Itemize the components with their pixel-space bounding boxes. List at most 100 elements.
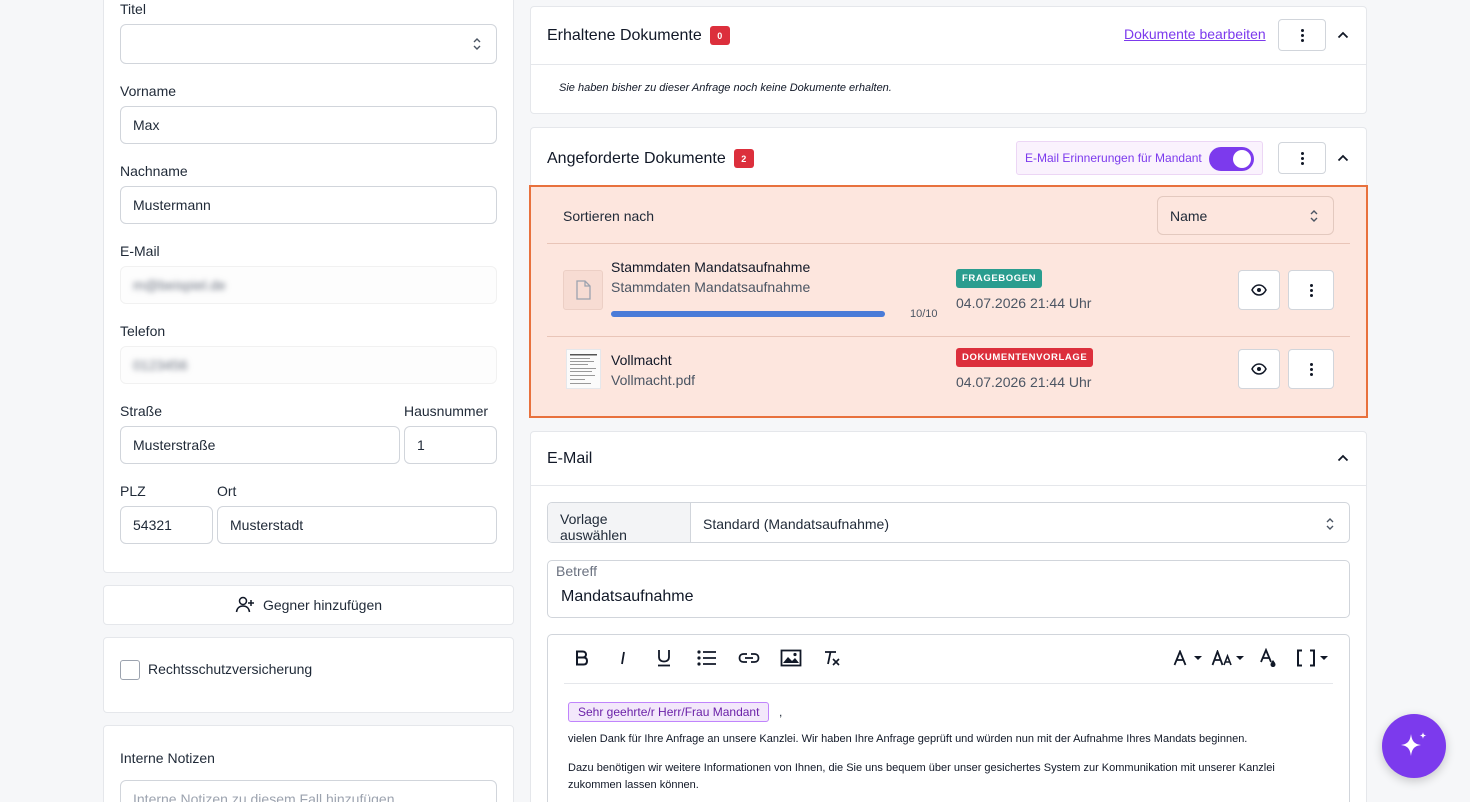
sort-select[interactable]: Name — [1157, 196, 1334, 235]
toolbar-divider — [564, 683, 1333, 684]
divider — [531, 485, 1366, 486]
document-row[interactable]: Stammdaten Mandatsaufnahme Stammdaten Ma… — [547, 244, 1350, 337]
edit-documents-link[interactable]: Dokumente bearbeiten — [1124, 26, 1266, 42]
subject-value: Mandatsaufnahme — [561, 588, 694, 605]
requested-documents-list: Sortieren nach Name Stammdaten Mandatsau… — [529, 185, 1368, 418]
ort-input[interactable]: Musterstadt — [217, 506, 497, 544]
brackets-icon — [1297, 649, 1328, 667]
italic-button[interactable] — [615, 647, 631, 669]
document-preview-icon — [570, 354, 597, 384]
eye-icon — [1251, 363, 1267, 375]
document-subtitle: Vollmacht.pdf — [611, 372, 696, 388]
nachname-input[interactable]: Mustermann — [120, 186, 497, 224]
eye-icon — [1251, 284, 1267, 296]
nachname-label: Nachname — [120, 163, 188, 179]
chevron-up-icon[interactable] — [1337, 154, 1349, 162]
plz-input[interactable]: 54321 — [120, 506, 213, 544]
requested-documents-title: Angeforderte Dokumente 2 — [547, 149, 754, 168]
font-size-icon — [1211, 650, 1244, 666]
clear-format-icon — [825, 651, 840, 666]
internal-notes-textarea[interactable]: Interne Notizen zu diesem Fall hinzufüge… — [120, 780, 497, 802]
document-more-button[interactable] — [1288, 270, 1334, 310]
strasse-label: Straße — [120, 403, 163, 419]
email-body-line-1: vielen Dank für Ihre Anfrage an unsere K… — [568, 733, 1248, 745]
image-icon — [780, 649, 802, 667]
progress-text: 10/10 — [910, 308, 938, 320]
ai-assistant-button[interactable] — [1382, 714, 1446, 778]
document-type-tag: DOKUMENTENVORLAGE — [956, 347, 1094, 367]
internal-notes-card: Interne Notizen Interne Notizen zu diese… — [103, 725, 514, 802]
add-opponent-button[interactable]: Gegner hinzufügen — [103, 585, 514, 625]
vorname-input[interactable]: Max — [120, 106, 497, 144]
more-vertical-icon — [1309, 362, 1313, 376]
template-select-group: Vorlage auswählen Standard (Mandatsaufna… — [547, 502, 1350, 543]
font-icon — [1173, 650, 1202, 666]
sparkle-icon — [1401, 732, 1427, 756]
legal-insurance-label: Rechtsschutzversicherung — [148, 661, 313, 677]
list-icon — [697, 650, 716, 666]
email-card: E-Mail Vorlage auswählen Standard (Manda… — [530, 431, 1367, 802]
select-arrows-icon — [1310, 209, 1318, 222]
email-input[interactable]: m@beispiel.de — [120, 266, 497, 304]
received-count-badge: 0 — [709, 26, 730, 45]
strasse-input[interactable]: Musterstraße — [120, 426, 400, 464]
link-button[interactable] — [738, 647, 760, 669]
template-select[interactable]: Standard (Mandatsaufnahme) — [691, 503, 1349, 542]
sort-row: Sortieren nach Name — [547, 187, 1350, 244]
file-thumbnail — [563, 270, 603, 310]
sort-label: Sortieren nach — [563, 208, 655, 224]
requested-more-button[interactable] — [1278, 142, 1326, 174]
reminder-toggle-box: E-Mail Erinnerungen für Mandant — [1016, 141, 1263, 175]
vorname-label: Vorname — [120, 83, 177, 99]
email-label: E-Mail — [120, 243, 160, 259]
email-section-title: E-Mail — [547, 450, 593, 467]
hausnummer-label: Hausnummer — [404, 403, 489, 419]
received-documents-card: Erhaltene Dokumente 0 Dokumente bearbeit… — [530, 6, 1367, 114]
bold-button[interactable] — [572, 647, 590, 669]
view-document-button[interactable] — [1238, 270, 1280, 310]
received-more-button[interactable] — [1278, 19, 1326, 51]
font-size-button[interactable] — [1211, 647, 1245, 669]
subject-label: Betreff — [556, 563, 597, 579]
subject-input[interactable]: Betreff Mandatsaufnahme — [547, 560, 1350, 618]
pdf-thumbnail — [566, 349, 601, 389]
template-label: Vorlage auswählen — [548, 503, 691, 542]
toggle-knob — [1233, 150, 1251, 168]
underline-button[interactable] — [655, 647, 673, 669]
internal-notes-label: Interne Notizen — [120, 750, 215, 766]
text-color-button[interactable] — [1258, 647, 1280, 669]
bullet-list-button[interactable] — [696, 647, 718, 669]
document-more-button[interactable] — [1288, 349, 1334, 389]
telefon-input[interactable]: 0123456 — [120, 346, 497, 384]
hausnummer-input[interactable]: 1 — [404, 426, 497, 464]
telefon-label: Telefon — [120, 323, 166, 339]
greeting-suffix: , — [779, 705, 783, 719]
titel-select[interactable] — [120, 24, 497, 64]
legal-insurance-checkbox[interactable] — [120, 660, 140, 680]
chevron-up-icon[interactable] — [1337, 31, 1349, 39]
clear-format-button[interactable] — [822, 647, 842, 669]
underline-icon — [658, 650, 670, 667]
select-arrows-icon — [1326, 517, 1334, 530]
file-icon — [576, 280, 591, 300]
chevron-up-icon[interactable] — [1337, 454, 1349, 462]
user-plus-icon — [235, 596, 254, 613]
document-row[interactable]: Vollmacht Vollmacht.pdf DOKUMENTENVORLAG… — [547, 337, 1350, 417]
text-color-icon — [1260, 648, 1276, 667]
code-button[interactable] — [1296, 647, 1330, 669]
select-arrows-icon — [473, 38, 481, 50]
divider — [531, 64, 1366, 65]
greeting-placeholder-chip[interactable]: Sehr geehrte/r Herr/Frau Mandant — [568, 702, 770, 722]
progress-fill — [611, 311, 885, 317]
reminder-toggle[interactable] — [1209, 147, 1254, 171]
document-subtitle: Stammdaten Mandatsaufnahme — [611, 279, 811, 295]
view-document-button[interactable] — [1238, 349, 1280, 389]
image-button[interactable] — [780, 647, 802, 669]
link-icon — [738, 653, 760, 663]
more-vertical-icon — [1300, 28, 1304, 42]
font-family-button[interactable] — [1172, 647, 1204, 669]
legal-insurance-card: Rechtsschutzversicherung — [103, 637, 514, 713]
document-type-tag: FRAGEBOGEN — [956, 268, 1043, 288]
bold-icon — [575, 650, 588, 666]
italic-icon — [621, 651, 625, 665]
